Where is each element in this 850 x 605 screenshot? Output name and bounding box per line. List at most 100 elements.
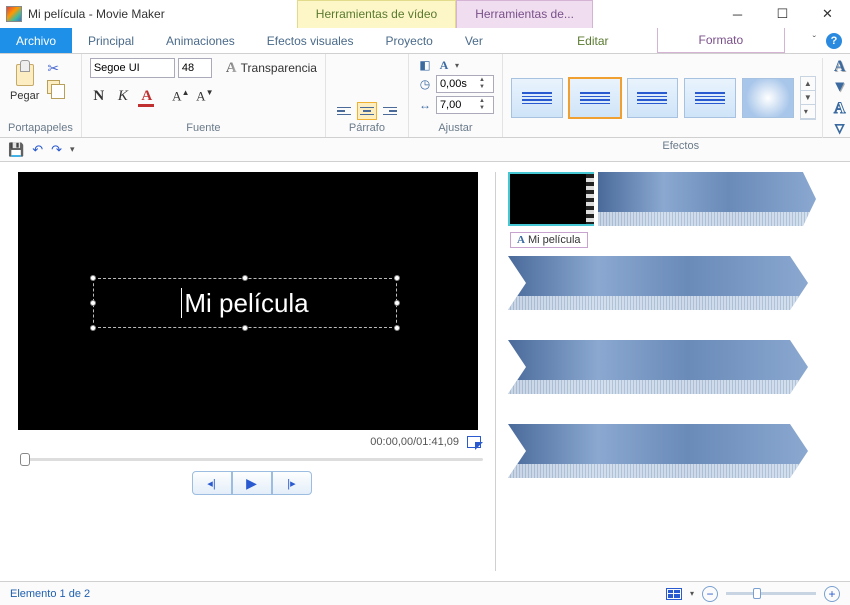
resize-handle[interactable] — [90, 300, 96, 306]
align-center-button[interactable] — [357, 102, 377, 120]
duration-icon: ↔ — [417, 98, 433, 112]
align-right-button[interactable] — [380, 102, 400, 120]
cut-button[interactable] — [47, 60, 63, 76]
effect-item-5[interactable] — [742, 78, 794, 118]
resize-handle[interactable] — [90, 325, 96, 331]
close-button[interactable]: ✕ — [805, 0, 850, 28]
effects-gallery-scroll[interactable]: ▲▼▾ — [800, 76, 816, 120]
effect-item-4[interactable] — [684, 78, 736, 118]
edit-text-button[interactable]: A — [436, 58, 452, 72]
play-button[interactable]: ▶ — [232, 471, 272, 495]
video-clip[interactable] — [508, 340, 808, 394]
video-preview[interactable]: Mi película — [18, 172, 478, 430]
tab-principal[interactable]: Principal — [72, 28, 150, 53]
title-clip-label[interactable]: A Mi película — [510, 232, 588, 248]
text-shadow-button[interactable]: A ▾ — [829, 58, 850, 96]
zoom-slider-thumb[interactable] — [753, 588, 761, 599]
italic-button[interactable]: K — [114, 88, 132, 105]
maximize-button[interactable]: ☐ — [760, 0, 805, 28]
align-left-button[interactable] — [334, 102, 354, 120]
duration-input[interactable]: ▲▼ — [436, 96, 494, 114]
timecode-row: 00:00,00/01:41,09 — [18, 430, 485, 454]
group-label-parrafo: Párrafo — [334, 120, 400, 137]
app-icon — [6, 6, 22, 22]
resize-handle[interactable] — [394, 300, 400, 306]
tab-proyecto[interactable]: Proyecto — [369, 28, 448, 53]
film-perforation-icon — [586, 174, 594, 224]
audio-waveform — [508, 296, 808, 310]
resize-handle[interactable] — [90, 275, 96, 281]
shrink-font-button[interactable]: A▼ — [196, 88, 214, 104]
status-bar: Elemento 1 de 2 ▾ − + — [0, 581, 850, 605]
next-frame-button[interactable]: |▸ — [272, 471, 312, 495]
font-size-select[interactable] — [178, 58, 212, 78]
transparency-button[interactable]: A Transparencia — [226, 60, 317, 77]
thumbnail-view-button[interactable] — [666, 588, 682, 600]
group-label-efectos: Efectos — [511, 138, 850, 155]
tab-animaciones[interactable]: Animaciones — [150, 28, 251, 53]
text-outline-button[interactable]: A ▾ — [829, 100, 850, 138]
resize-handle[interactable] — [242, 325, 248, 331]
zoom-in-button[interactable]: + — [824, 586, 840, 602]
preview-pane: Mi película 00:00,00/01:41,09 ◂| ▶ |▸ — [0, 162, 495, 581]
tab-file[interactable]: Archivo — [0, 28, 72, 53]
resize-handle[interactable] — [394, 275, 400, 281]
paste-button[interactable]: Pegar — [8, 58, 41, 104]
zoom-slider[interactable] — [726, 592, 816, 595]
text-caret — [181, 288, 182, 318]
ribbon: Pegar Portapapeles A Transparencia — [0, 54, 850, 138]
font-color-button[interactable]: A — [138, 88, 156, 105]
bold-button[interactable]: N — [90, 88, 108, 105]
title-text-box[interactable]: Mi película — [93, 278, 397, 328]
group-fuente: A Transparencia N K A A▲ A▼ Fuente — [82, 54, 326, 137]
video-clip[interactable] — [508, 256, 808, 310]
group-label-fuente: Fuente — [90, 120, 317, 137]
zoom-out-button[interactable]: − — [702, 586, 718, 602]
grow-font-button[interactable]: A▲ — [172, 88, 190, 104]
start-time-input[interactable]: ▲▼ — [436, 75, 494, 93]
video-clip[interactable] — [508, 424, 808, 478]
save-button[interactable]: 💾 — [8, 142, 24, 158]
start-time-icon: ◷ — [417, 77, 433, 91]
scrub-bar[interactable] — [20, 458, 483, 461]
undo-button[interactable]: ↶ — [32, 142, 43, 158]
group-label-ajustar: Ajustar — [417, 120, 494, 137]
title-clip[interactable]: A Mi película — [508, 172, 594, 226]
bgcolor-button[interactable]: ◧ — [417, 58, 433, 72]
group-parrafo: Párrafo — [326, 54, 409, 137]
title-text-content: Mi película — [184, 288, 308, 319]
effect-item-3[interactable] — [627, 78, 679, 118]
prev-frame-button[interactable]: ◂| — [192, 471, 232, 495]
title-bar: Mi película - Movie Maker Herramientas d… — [0, 0, 850, 28]
group-label-portapapeles: Portapapeles — [8, 120, 73, 137]
contextual-tab-video-tools[interactable]: Herramientas de vídeo — [297, 0, 456, 28]
storyboard[interactable]: A Mi película — [496, 162, 850, 581]
tab-efectos-visuales[interactable]: Efectos visuales — [251, 28, 370, 53]
zoom-controls: ▾ − + — [666, 586, 840, 602]
effect-item-1[interactable] — [511, 78, 563, 118]
title-clip-text: Mi película — [528, 234, 581, 246]
tab-formato[interactable]: Formato — [657, 28, 785, 53]
tab-ver[interactable]: Ver — [449, 28, 499, 53]
scrub-thumb[interactable] — [20, 453, 30, 466]
resize-handle[interactable] — [242, 275, 248, 281]
effect-item-2[interactable] — [569, 78, 621, 118]
font-name-select[interactable] — [90, 58, 175, 78]
transparency-label: Transparencia — [241, 61, 317, 75]
qat-customize-button[interactable]: ▾ — [70, 144, 75, 155]
clip-row-3 — [508, 340, 842, 394]
redo-button[interactable]: ↷ — [51, 142, 62, 158]
group-portapapeles: Pegar Portapapeles — [0, 54, 82, 137]
tab-editar[interactable]: Editar — [529, 28, 657, 53]
contextual-tab-text-tools[interactable]: Herramientas de... — [456, 0, 593, 28]
copy-button[interactable] — [47, 80, 60, 94]
ribbon-collapse-icon[interactable]: ˇ — [813, 35, 816, 53]
timecode-label: 00:00,00/01:41,09 — [370, 436, 459, 448]
resize-handle[interactable] — [394, 325, 400, 331]
help-button[interactable]: ? — [826, 33, 842, 49]
status-element-count: Elemento 1 de 2 — [10, 588, 90, 600]
fullscreen-button[interactable] — [467, 436, 481, 448]
video-clip[interactable] — [598, 172, 816, 226]
minimize-button[interactable]: ─ — [715, 0, 760, 28]
clip-row-1: A Mi película — [508, 172, 842, 226]
